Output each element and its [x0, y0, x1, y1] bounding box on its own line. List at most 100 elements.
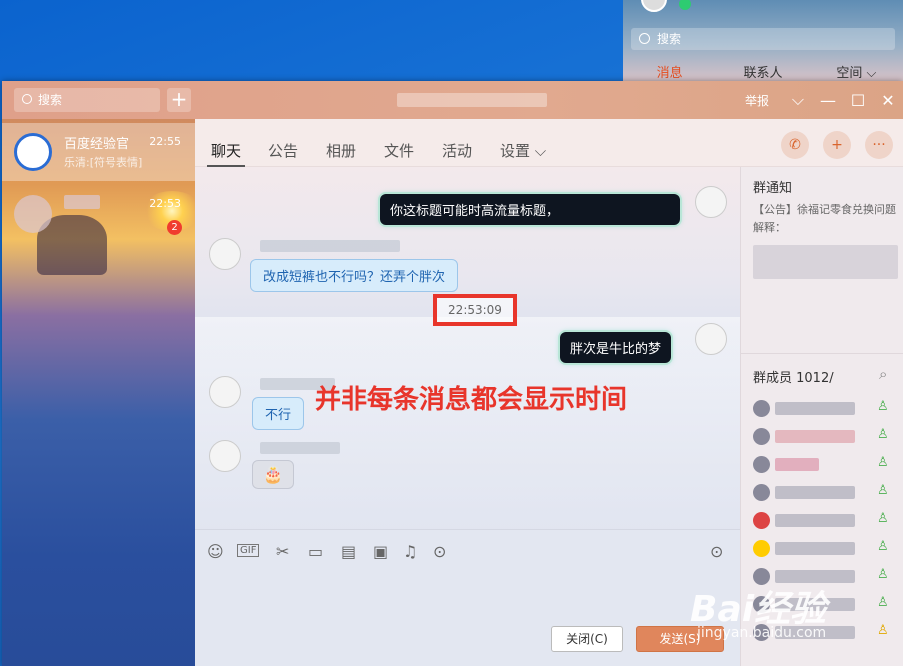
conversation-time: 22:55: [149, 135, 181, 148]
tab-activity[interactable]: 活动: [442, 140, 472, 161]
divider: [741, 353, 903, 354]
member-name: [775, 542, 855, 555]
titlebar: 搜索 + 举报 ⌵ — ☐ ✕: [2, 81, 903, 119]
conversation-time: 22:53: [149, 197, 181, 210]
conversation-sidebar: 百度经验官 乐清:[符号表情] 22:55 22:53 2: [2, 119, 195, 666]
avatar: [209, 376, 241, 408]
user-icon: ♙: [877, 511, 889, 526]
avatar: [753, 456, 770, 473]
message-bubble: 不行: [252, 397, 305, 430]
image-icon[interactable]: ▣: [373, 542, 388, 561]
sender-name: [260, 442, 340, 454]
emoji-message: 🎂: [252, 460, 294, 489]
add-app-icon[interactable]: +: [823, 131, 851, 159]
group-title: [397, 93, 547, 107]
more-icon[interactable]: ···: [865, 131, 893, 159]
user-icon: ♙: [877, 483, 889, 498]
more-icon[interactable]: ⊙: [433, 542, 446, 561]
conversation-preview: 乐清:[符号表情]: [64, 156, 143, 169]
user-icon: ♙: [877, 399, 889, 414]
tab-settings[interactable]: 设置 ⌵: [500, 140, 546, 161]
message-bubble: 改成短裤也不行吗？还弄个胖次: [250, 259, 459, 292]
cake-icon: 🎂: [263, 465, 283, 484]
tab-album[interactable]: 相册: [326, 140, 356, 161]
avatar: [753, 540, 770, 557]
avatar: [753, 484, 770, 501]
member-name: [775, 514, 855, 527]
tab-contacts[interactable]: 联系人: [716, 62, 809, 81]
baidu-paw-icon: [14, 133, 52, 171]
online-status-icon: [679, 0, 691, 10]
close-icon[interactable]: ✕: [873, 81, 903, 119]
list-item[interactable]: ♙: [753, 425, 898, 447]
member-name: [775, 430, 855, 443]
list-item[interactable]: 百度经验官 乐清:[符号表情] 22:55: [2, 123, 195, 181]
notice-title: 群通知: [753, 181, 793, 196]
list-item[interactable]: 22:53 2: [2, 185, 195, 243]
emoji-icon[interactable]: ☺: [207, 542, 224, 561]
window-controls: 举报 ⌵ — ☐ ✕: [745, 81, 903, 119]
annotation-text: 并非每条消息都会显示时间: [315, 385, 628, 415]
minimize-button[interactable]: —: [813, 81, 843, 119]
report-link[interactable]: 举报: [745, 92, 769, 109]
notice-text[interactable]: 【公告】徐福记零食兑换问题解释：: [753, 201, 898, 237]
avatar: [753, 428, 770, 445]
list-item[interactable]: ♙: [753, 509, 898, 531]
list-item[interactable]: ♙: [753, 481, 898, 503]
tab-chat[interactable]: 聊天: [211, 140, 241, 161]
tab-space[interactable]: 空间 ⌵: [810, 62, 903, 81]
add-button[interactable]: +: [167, 88, 191, 112]
message-input-area[interactable]: ☺ GIF ✂ ▭ ▤ ▣ ♫ ⊙ ⊙ 关闭(C) 发送(S): [195, 529, 740, 666]
search-input[interactable]: 搜索: [14, 88, 160, 112]
user-icon: ♙: [877, 567, 889, 582]
notice-blurred-text: [753, 245, 898, 279]
chat-nav: 聊天 公告 相册 文件 活动 设置 ⌵ ✆ + ···: [195, 119, 903, 167]
message-bubble: 胖次是牛比的梦: [560, 332, 672, 363]
list-item[interactable]: ♙: [753, 397, 898, 419]
list-item[interactable]: ♙: [753, 537, 898, 559]
scissors-icon[interactable]: ✂: [276, 542, 289, 561]
avatar: [209, 440, 241, 472]
search-icon: [639, 33, 650, 44]
bell-icon[interactable]: ♫: [403, 542, 417, 561]
message-timestamp: 22:53:09: [433, 294, 517, 326]
chat-window: 搜索 + 举报 ⌵ — ☐ ✕ 百度经验官 乐清:[符号表情] 22:55 22…: [2, 81, 903, 666]
tab-announcement[interactable]: 公告: [268, 140, 298, 161]
user-icon: ♙: [877, 623, 889, 638]
doc-icon[interactable]: ▤: [341, 542, 356, 561]
avatar: [753, 512, 770, 529]
baidu-watermark-url: jingyan.baidu.com: [697, 625, 827, 641]
avatar: [641, 0, 667, 12]
background-tabs: 消息 联系人 空间 ⌵: [623, 62, 903, 81]
sender-name: [260, 240, 400, 252]
close-button[interactable]: 关闭(C): [551, 626, 623, 652]
members-title: 群成员 1012/: [753, 371, 834, 386]
folder-icon[interactable]: ▭: [308, 542, 323, 561]
unread-badge: 2: [167, 220, 182, 235]
avatar: [753, 400, 770, 417]
user-icon: ♙: [877, 539, 889, 554]
member-name: [775, 458, 819, 471]
phone-icon[interactable]: ✆: [781, 131, 809, 159]
avatar: [695, 186, 727, 218]
background-qq-window: 搜索 消息 联系人 空间 ⌵: [623, 0, 903, 82]
user-icon: ♙: [877, 427, 889, 442]
gif-icon[interactable]: GIF: [237, 544, 260, 557]
tab-files[interactable]: 文件: [384, 140, 414, 161]
chevron-down-icon[interactable]: ⌵: [783, 81, 813, 119]
avatar: [695, 323, 727, 355]
list-item[interactable]: ♙: [753, 453, 898, 475]
conversation-name: [64, 195, 100, 209]
avatar: [14, 195, 52, 233]
avatar: [209, 238, 241, 270]
background-search-input[interactable]: 搜索: [631, 28, 895, 50]
member-search-icon[interactable]: ⌕: [879, 365, 887, 383]
member-name: [775, 486, 855, 499]
member-name: [775, 402, 855, 415]
tab-messages[interactable]: 消息: [623, 62, 716, 81]
maximize-button[interactable]: ☐: [843, 81, 873, 119]
history-clock-icon[interactable]: ⊙: [710, 542, 723, 561]
user-icon: ♙: [877, 455, 889, 470]
message-area: 你这标题可能时高流量标题， 改成短裤也不行吗？还弄个胖次 22:53:09 胖次…: [195, 167, 740, 529]
user-icon: ♙: [877, 595, 889, 610]
